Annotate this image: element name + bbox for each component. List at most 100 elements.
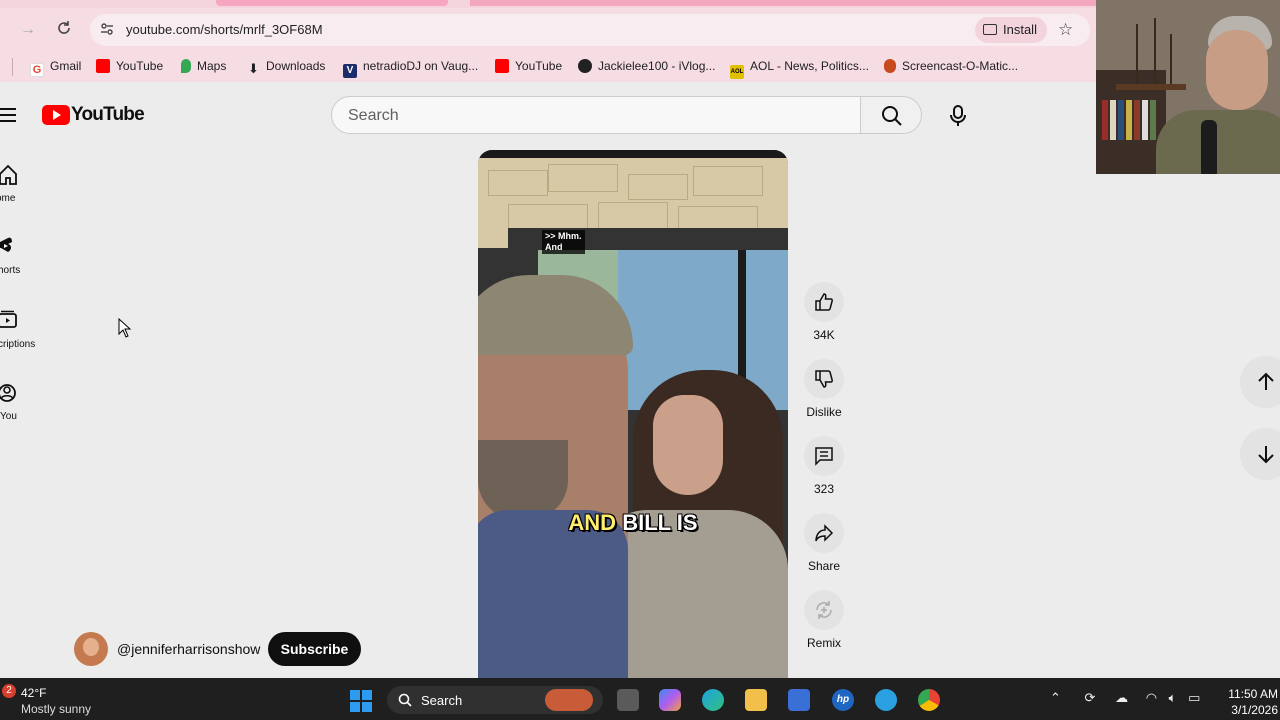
subscribe-button[interactable]: Subscribe — [268, 632, 361, 666]
volume-icon[interactable]: 🔈︎ — [1169, 690, 1177, 705]
install-label: Install — [1003, 22, 1037, 37]
home-icon — [0, 164, 17, 185]
screencast-icon — [884, 59, 896, 73]
active-tab[interactable] — [216, 0, 448, 6]
youtube-play-icon — [42, 105, 70, 125]
video-caption: AND BILL IS — [568, 510, 698, 535]
date: 3/1/2026 — [1231, 703, 1278, 717]
shorts-video-player[interactable]: >> Mhm. And AND BILL IS — [478, 150, 788, 678]
bookmark-downloads[interactable]: ⬇ Downloads — [248, 59, 325, 76]
voice-search-button[interactable] — [938, 96, 978, 136]
bookmark-aol[interactable]: AOL AOL - News, Politics... — [730, 59, 869, 79]
share-label: Share — [807, 559, 841, 573]
bookmark-gmail[interactable]: G Gmail — [30, 59, 81, 77]
cloud-icon[interactable]: ☁ — [1115, 690, 1128, 705]
site-info-icon[interactable] — [98, 21, 116, 39]
like-button[interactable]: 34K — [804, 282, 844, 342]
microphone-icon — [950, 105, 966, 126]
system-tray[interactable]: ⌃ ⟳ ☁ ◠ 🔈︎ ▭ — [1050, 690, 1200, 706]
channel-avatar[interactable] — [74, 632, 108, 666]
bookmarks-bar: G Gmail YouTube Maps ⬇ Downloads Vnetradio… — [0, 52, 1096, 82]
shorts-icon — [0, 237, 12, 252]
chrome-icon[interactable] — [918, 689, 940, 711]
bookmark-youtube[interactable]: YouTube — [96, 59, 163, 73]
jackie-icon — [578, 59, 592, 73]
share-button[interactable]: Share — [804, 513, 844, 573]
remix-label: Remix — [806, 636, 841, 650]
task-view-icon[interactable] — [617, 689, 639, 711]
youtube-icon — [96, 59, 110, 73]
remix-button[interactable]: Remix — [804, 590, 844, 650]
search-box — [331, 96, 861, 134]
temperature: 42°F — [21, 686, 47, 700]
hp-icon[interactable]: hp — [832, 689, 854, 711]
search-icon — [398, 693, 412, 707]
download-icon: ⬇ — [248, 61, 259, 76]
bookmark-screencast[interactable]: Screencast-O-Matic... — [884, 59, 1018, 73]
store-icon[interactable] — [788, 689, 810, 711]
address-bar[interactable]: youtube.com/shorts/mrlf_3OF68M Install ☆ — [90, 14, 1090, 46]
gmail-icon: G — [30, 63, 44, 77]
taskbar-search[interactable]: Search — [387, 686, 603, 714]
search-button[interactable] — [860, 96, 922, 134]
webcam-overlay — [1096, 0, 1280, 174]
arrow-down-icon — [1258, 446, 1274, 464]
browser-toolbar: → youtube.com/shorts/mrlf_3OF68M Install… — [0, 8, 1096, 52]
bookmark-star-icon[interactable]: ☆ — [1058, 20, 1073, 40]
sync-icon[interactable]: ⟳ — [1085, 690, 1096, 705]
comment-count: 323 — [813, 482, 835, 496]
reload-icon[interactable] — [54, 20, 74, 40]
aol-icon: AOL — [730, 65, 744, 79]
time: 11:50 AM — [1228, 687, 1278, 701]
comments-button[interactable]: 323 — [804, 436, 844, 496]
maps-icon — [181, 59, 191, 73]
search-input[interactable] — [348, 105, 828, 127]
search-icon — [882, 106, 902, 126]
battery-icon[interactable]: ▭ — [1188, 690, 1200, 705]
edge-icon[interactable] — [702, 689, 724, 711]
you-icon — [0, 384, 16, 402]
chevron-up-icon[interactable]: ⌃ — [1050, 690, 1061, 705]
channel-handle[interactable]: @jenniferharrisonshow — [117, 641, 260, 657]
youtube-page: YouTube ome horts criptions You — [0, 82, 1096, 678]
bookmarks-divider — [12, 58, 13, 76]
subscriptions-icon — [0, 310, 17, 328]
thumbs-down-icon — [815, 370, 833, 388]
tab-strip-bar — [470, 0, 1100, 6]
dislike-label: Dislike — [806, 405, 842, 419]
like-count: 34K — [813, 328, 835, 342]
dislike-button[interactable]: Dislike — [804, 359, 844, 419]
vaughn-icon: V — [343, 64, 357, 78]
mouse-cursor-icon — [118, 317, 132, 343]
youtube-logo[interactable]: YouTube — [42, 104, 145, 126]
bookmark-jackielee[interactable]: Jackielee100 - iVlog... — [578, 59, 715, 73]
windows-taskbar: 2 42°F Mostly sunny Search hp ⌃ ⟳ ☁ ◠ 🔈︎… — [0, 678, 1280, 720]
arrow-up-icon — [1258, 372, 1274, 390]
url-text: youtube.com/shorts/mrlf_3OF68M — [126, 22, 323, 37]
install-button[interactable]: Install — [975, 17, 1047, 43]
closed-caption: >> Mhm. And — [542, 230, 585, 254]
internet-icon[interactable] — [875, 689, 897, 711]
model-ship — [1116, 18, 1186, 90]
forward-icon[interactable]: → — [18, 20, 38, 40]
bookmark-netradiodj[interactable]: VnetradioDJ on Vaug... — [343, 59, 478, 78]
comment-icon — [815, 447, 833, 466]
weather-condition: Mostly sunny — [21, 702, 92, 716]
bookmark-maps[interactable]: Maps — [181, 59, 226, 73]
search-highlight-image — [545, 689, 593, 711]
copilot-icon[interactable] — [659, 689, 681, 711]
file-explorer-icon[interactable] — [745, 689, 767, 711]
tab-strip — [0, 0, 1100, 8]
hamburger-menu-icon[interactable] — [0, 108, 16, 122]
youtube-page-right — [1096, 174, 1280, 678]
share-icon — [815, 524, 834, 542]
bookmark-youtube-2[interactable]: YouTube — [495, 59, 562, 73]
install-app-icon — [983, 24, 997, 35]
youtube-icon — [495, 59, 509, 73]
notification-badge: 2 — [2, 684, 16, 698]
start-button[interactable] — [350, 690, 372, 712]
clock[interactable]: 11:50 AM 3/1/2026 — [1200, 686, 1278, 718]
microphone-stand — [1201, 120, 1217, 174]
remix-icon — [816, 601, 832, 619]
wifi-icon[interactable]: ◠ — [1146, 690, 1157, 705]
